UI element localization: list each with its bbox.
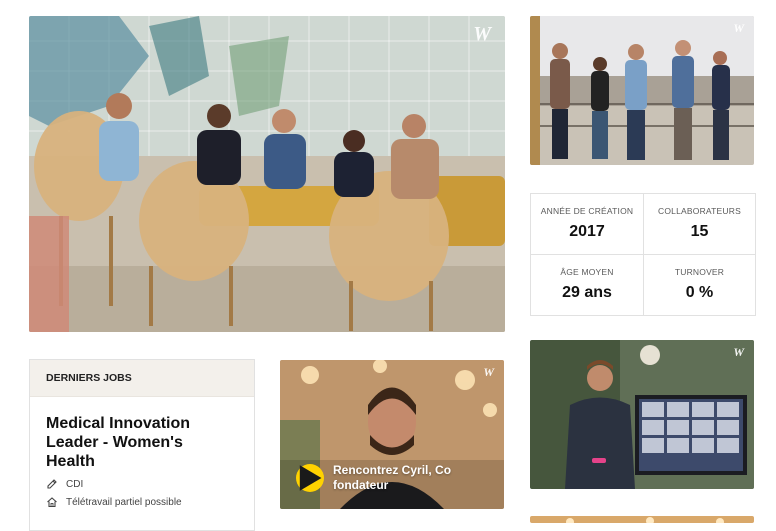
jobs-header: DERNIERS JOBS xyxy=(30,360,254,397)
video-caption: Rencontrez Cyril, Co fondateur xyxy=(333,463,452,492)
job-contract: CDI xyxy=(46,478,83,490)
welcome-logo-icon: W xyxy=(483,365,494,379)
company-stats: Année de création 2017 Collaborateurs 15… xyxy=(530,193,756,316)
partial-photo xyxy=(530,516,754,523)
play-icon[interactable] xyxy=(296,464,324,492)
office-meeting-photo: W xyxy=(29,16,505,332)
job-contract-label: CDI xyxy=(66,478,84,490)
stat-employees: Collaborateurs 15 xyxy=(643,194,755,255)
presentation-photo: W xyxy=(530,340,754,489)
stat-founded: Année de création 2017 xyxy=(531,194,643,255)
stat-label: Âge moyen xyxy=(560,267,614,278)
job-remote-label: Télétravail partiel possible xyxy=(66,496,182,508)
job-title-link[interactable]: Medical Innovation Leader - Women's Heal… xyxy=(46,414,236,471)
stat-label: Année de création xyxy=(540,206,634,217)
video-cta[interactable]: Rencontrez Cyril, Co fondateur xyxy=(296,463,473,493)
stat-label: Collaborateurs xyxy=(658,206,741,217)
latest-jobs-card: DERNIERS JOBS Medical Innovation Leader … xyxy=(29,359,255,531)
stat-value: 2017 xyxy=(569,223,605,241)
job-remote: Télétravail partiel possible xyxy=(46,496,182,508)
welcome-logo-icon: W xyxy=(733,21,744,35)
stat-value: 15 xyxy=(690,223,709,241)
stat-value: 29 ans xyxy=(562,284,612,302)
stat-label: Turnover xyxy=(674,267,725,278)
welcome-logo-icon: W xyxy=(473,23,491,45)
remote-home-icon xyxy=(47,497,57,508)
welcome-logo-icon: W xyxy=(733,345,744,359)
stat-turnover: Turnover 0 % xyxy=(643,254,755,315)
stat-average-age: Âge moyen 29 ans xyxy=(531,255,643,316)
contract-icon xyxy=(47,479,57,489)
team-balcony-photo: W xyxy=(530,16,754,165)
stat-value: 0 % xyxy=(685,284,714,302)
cofounder-video[interactable]: W Rencontrez Cyril, Co fondateur xyxy=(280,360,504,509)
